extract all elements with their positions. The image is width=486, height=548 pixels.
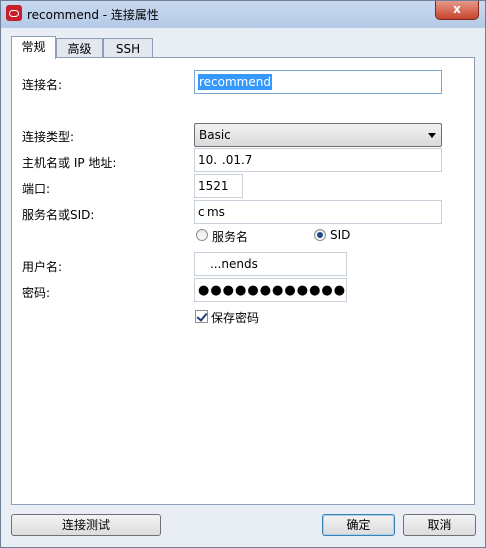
password-label: 密码: xyxy=(22,286,51,300)
connection-name-label: 连接名: xyxy=(22,78,63,92)
connection-type-value: Basic xyxy=(199,128,231,142)
host-label: 主机名或 IP 地址: xyxy=(22,156,117,170)
username-label: 用户名: xyxy=(22,260,63,274)
host-value: 10. .01.7 xyxy=(198,153,253,167)
radio-service-label: 服务名 xyxy=(212,230,249,244)
password-input[interactable]: ●●●●●●●●●●●●●● xyxy=(194,278,347,302)
service-label: 服务名或SID: xyxy=(22,208,95,222)
title-bar: recommend - 连接属性 x xyxy=(1,1,485,28)
port-label: 端口: xyxy=(22,182,51,196)
save-password-label: 保存密码 xyxy=(211,311,260,325)
connection-type-select[interactable]: Basic xyxy=(194,123,442,147)
window-title: recommend - 连接属性 xyxy=(27,8,159,22)
tab-advanced[interactable]: 高级 xyxy=(56,38,103,58)
connection-properties-window: recommend - 连接属性 x 常规 高级 SSH 连接名: recomm… xyxy=(0,0,486,548)
app-icon xyxy=(6,5,22,21)
service-input[interactable]: c ms xyxy=(194,200,442,224)
save-password-checkbox[interactable] xyxy=(195,310,208,323)
radio-service[interactable] xyxy=(196,229,208,241)
connection-name-input[interactable]: recommend xyxy=(194,70,442,94)
port-input[interactable]: 1521 xyxy=(194,174,243,198)
ok-button[interactable]: 确定 xyxy=(322,514,395,536)
port-value: 1521 xyxy=(198,179,229,193)
radio-sid[interactable] xyxy=(314,229,326,241)
cancel-button[interactable]: 取消 xyxy=(403,514,476,536)
tab-general[interactable]: 常规 xyxy=(11,36,56,59)
tab-ssh[interactable]: SSH xyxy=(103,38,153,58)
connection-type-label: 连接类型: xyxy=(22,130,75,144)
close-button[interactable]: x xyxy=(435,1,479,20)
radio-sid-option[interactable]: SID xyxy=(314,228,374,244)
username-value: ...nends xyxy=(198,257,270,271)
chevron-down-icon xyxy=(428,133,436,138)
service-value: c ms xyxy=(198,205,225,219)
general-panel: 连接名: recommend 连接类型: Basic 主机名或 IP 地址: 1… xyxy=(11,57,475,505)
radio-service-option[interactable]: 服务名 xyxy=(196,228,276,244)
host-input[interactable]: 10. .01.7 xyxy=(194,148,442,172)
username-input[interactable]: ...nends xyxy=(194,252,347,276)
password-value: ●●●●●●●●●●●●●● xyxy=(198,283,347,298)
radio-sid-label: SID xyxy=(330,228,351,242)
test-connection-button[interactable]: 连接测试 xyxy=(11,514,161,536)
connection-name-value: recommend xyxy=(198,74,272,90)
